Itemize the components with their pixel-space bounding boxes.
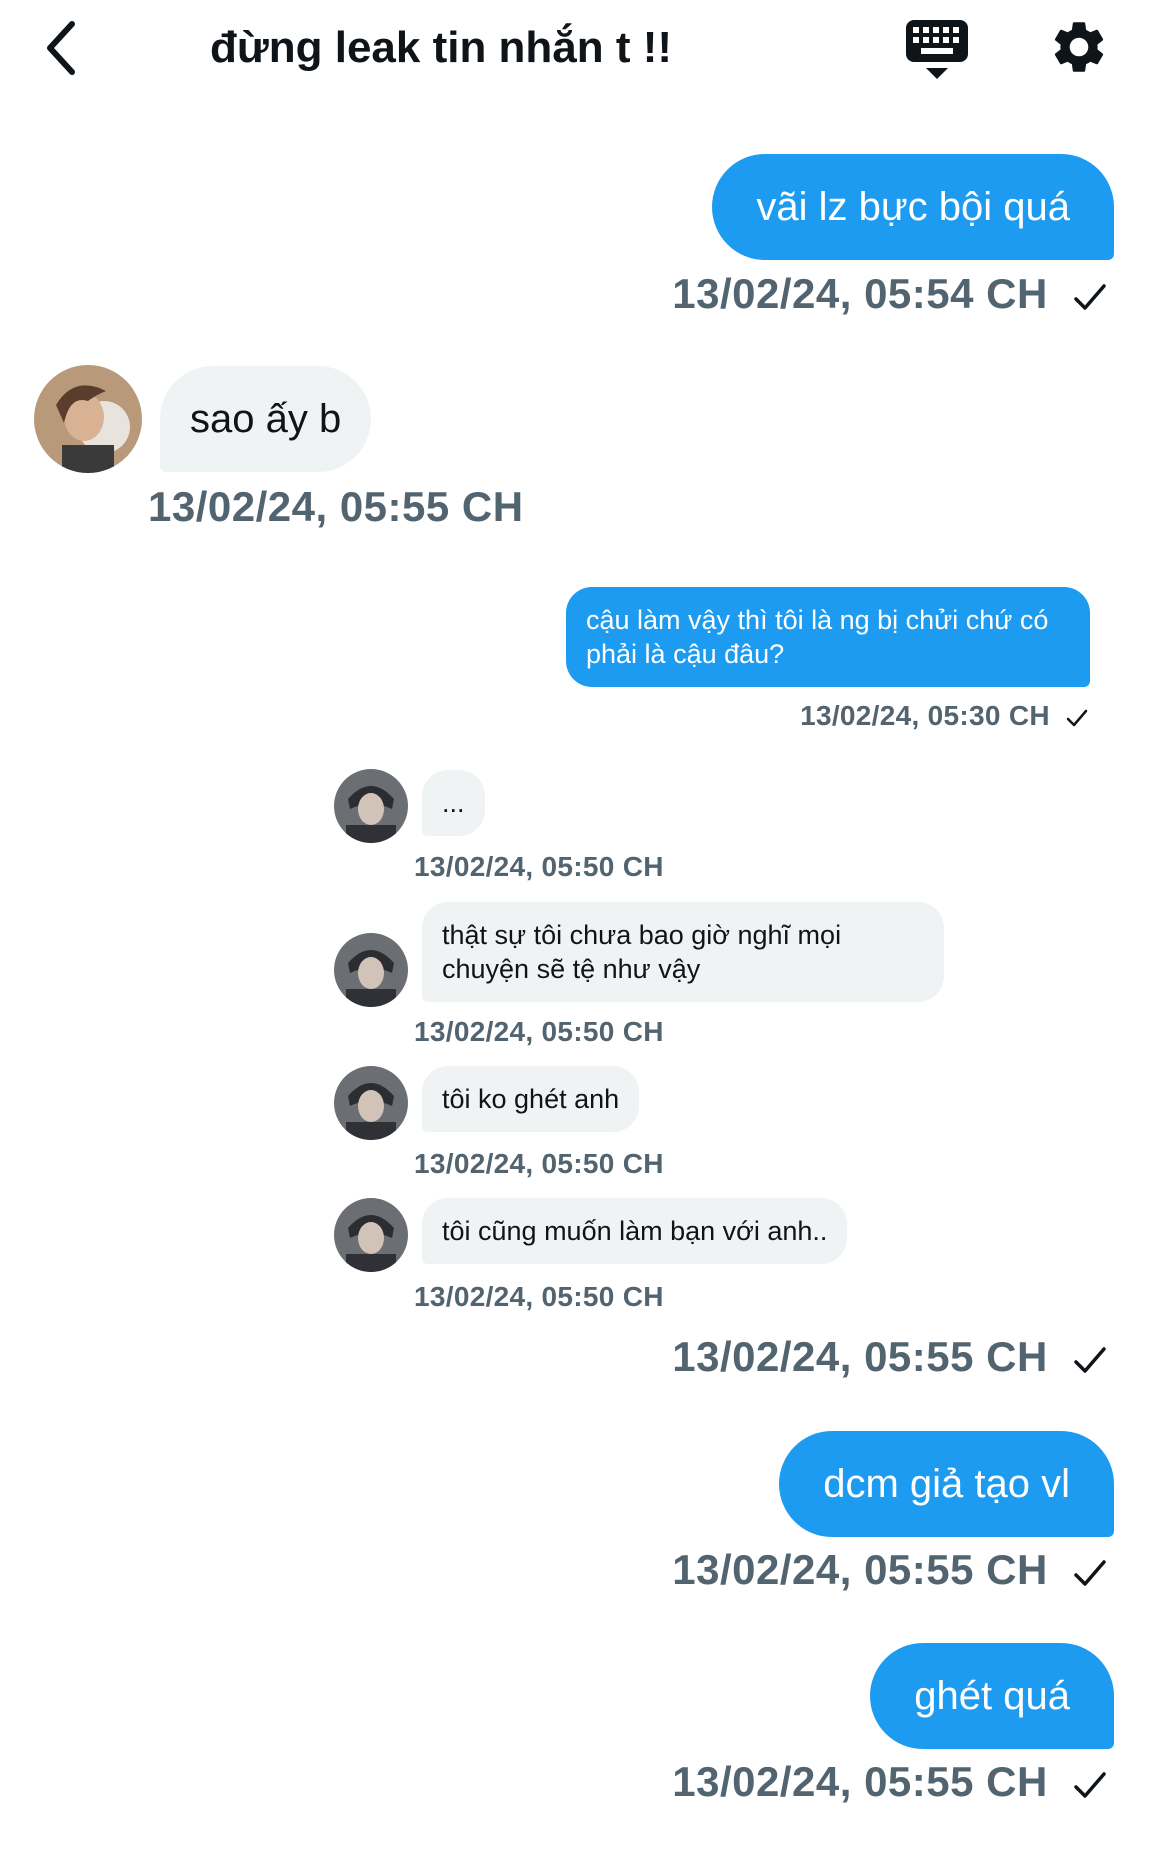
message-bubble-incoming[interactable]: sao ấy b (160, 366, 372, 472)
back-arrow-icon (47, 21, 75, 75)
message-bubble-outgoing[interactable]: vãi lz bực bội quá (712, 154, 1114, 260)
message-timestamp: 13/02/24, 05:54 CH (672, 270, 1110, 318)
message-timestamp: 13/02/24, 05:55 CH (672, 1758, 1110, 1806)
avatar[interactable] (34, 365, 142, 473)
embedded-timestamp: 13/02/24, 05:50 CH (414, 851, 664, 882)
timestamp-text: 13/02/24, 05:55 CH (672, 1546, 1048, 1593)
avatar-image (334, 933, 408, 1007)
timestamp-text: 13/02/24, 05:55 CH (672, 1758, 1048, 1805)
embedded-timestamp: 13/02/24, 05:30 CH (800, 700, 1090, 732)
avatar-image (334, 1198, 408, 1272)
embedded-message-outgoing[interactable]: cậu làm vậy thì tôi là ng bị chửi chứ có… (566, 587, 1090, 687)
read-check-icon (1074, 1347, 1106, 1373)
read-check-icon (1074, 1560, 1106, 1586)
embedded-message-incoming[interactable]: ... (422, 770, 485, 836)
back-button[interactable] (40, 18, 90, 78)
keyboard-icon (906, 20, 968, 79)
message-timestamp: 13/02/24, 05:55 CH (148, 483, 524, 530)
keyboard-button[interactable] (904, 16, 970, 82)
read-check-icon (1074, 1772, 1106, 1798)
timestamp-text: 13/02/24, 05:30 CH (800, 700, 1050, 731)
embedded-message-incoming[interactable]: tôi ko ghét anh (422, 1066, 640, 1132)
avatar-image (334, 1066, 408, 1140)
embedded-timestamp: 13/02/24, 05:50 CH (414, 1281, 664, 1312)
message-bubble-outgoing[interactable]: dcm giả tạo vl (779, 1431, 1114, 1537)
message-bubble-outgoing[interactable]: ghét quá (870, 1643, 1114, 1749)
embedded-timestamp: 13/02/24, 05:50 CH (414, 1016, 664, 1047)
avatar[interactable] (334, 933, 408, 1007)
settings-button[interactable] (1048, 16, 1110, 78)
timestamp-text: 13/02/24, 05:55 CH (672, 1333, 1048, 1380)
timestamp-text: 13/02/24, 05:54 CH (672, 270, 1048, 317)
embedded-timestamp: 13/02/24, 05:50 CH (414, 1148, 664, 1179)
message-timestamp: 13/02/24, 05:55 CH (672, 1546, 1110, 1594)
read-check-icon (1066, 709, 1088, 726)
embedded-message-incoming[interactable]: thật sự tôi chưa bao giờ nghĩ mọi chuyện… (422, 902, 944, 1002)
read-check-icon (1074, 284, 1106, 310)
embedded-message-incoming[interactable]: tôi cũng muốn làm bạn với anh.. (422, 1198, 848, 1264)
message-timestamp: 13/02/24, 05:55 CH (672, 1333, 1110, 1381)
avatar[interactable] (334, 769, 408, 843)
avatar[interactable] (334, 1198, 408, 1272)
gear-icon (1054, 22, 1104, 72)
avatar-image (334, 769, 408, 843)
conversation-title: đừng leak tin nhắn t !! (210, 23, 673, 72)
avatar-image (34, 365, 142, 473)
avatar[interactable] (334, 1066, 408, 1140)
